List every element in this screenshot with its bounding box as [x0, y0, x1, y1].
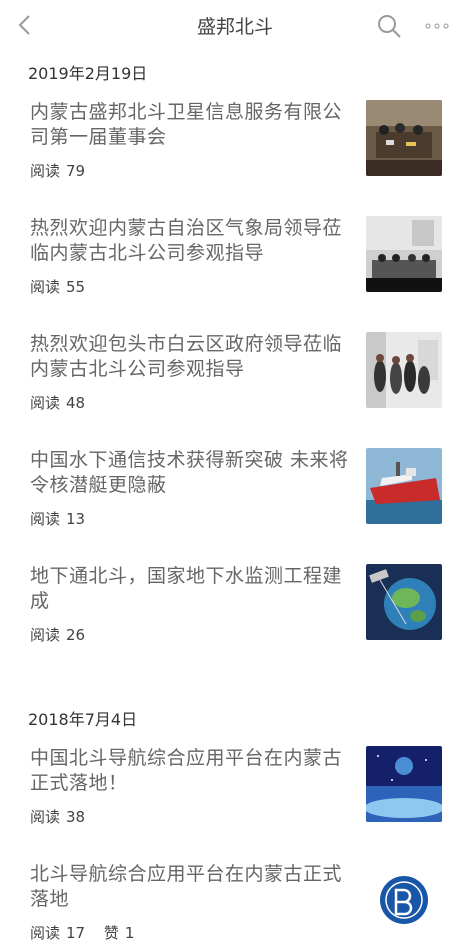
article-thumbnail [366, 100, 442, 176]
article-thumbnail [366, 862, 442, 938]
article-meta: 阅读 17 赞1 [30, 922, 140, 943]
read-label: 阅读 [30, 808, 61, 826]
read-label: 阅读 [30, 394, 61, 412]
date-header: 2019年2月19日 [28, 64, 148, 83]
search-button[interactable] [375, 12, 403, 40]
article-title: 北斗导航综合应用平台在内蒙古正式落地 [30, 863, 343, 910]
article-thumbnail [366, 448, 442, 524]
read-label: 阅读 [30, 924, 61, 942]
more-button[interactable] [420, 12, 454, 40]
read-label: 阅读 [30, 510, 61, 528]
list-item[interactable]: 地下通北斗，国家地下水监测工程建成 阅读 26 [0, 564, 470, 654]
search-icon [378, 15, 401, 38]
article-title: 地下通北斗，国家地下水监测工程建成 [30, 565, 343, 612]
read-count: 79 [66, 162, 86, 180]
article-meta: 阅读 55 [30, 276, 91, 297]
list-item[interactable]: 内蒙古盛邦北斗卫星信息服务有限公司第一届董事会 阅读 79 [0, 100, 470, 190]
read-count: 55 [66, 278, 86, 296]
company-logo-icon [366, 862, 442, 938]
article-thumbnail [366, 216, 442, 292]
date-header: 2018年7月4日 [28, 710, 138, 729]
top-bar: 盛邦北斗 [0, 0, 470, 50]
read-count: 38 [66, 808, 86, 826]
article-meta: 阅读 48 [30, 392, 91, 413]
read-count: 17 [66, 924, 86, 942]
read-count: 13 [66, 510, 86, 528]
article-thumbnail [366, 564, 442, 640]
article-meta: 阅读 26 [30, 624, 91, 645]
like-label: 赞 [103, 924, 119, 942]
read-label: 阅读 [30, 278, 61, 296]
list-item[interactable]: 中国水下通信技术获得新突破 未来将令核潜艇更隐蔽 阅读 13 [0, 448, 470, 538]
article-meta: 阅读 79 [30, 160, 91, 181]
article-title: 中国北斗导航综合应用平台在内蒙古正式落地！ [30, 747, 343, 794]
read-label: 阅读 [30, 626, 61, 644]
article-thumbnail [366, 746, 442, 822]
article-thumbnail [366, 332, 442, 408]
read-label: 阅读 [30, 162, 61, 180]
read-count: 48 [66, 394, 86, 412]
list-item[interactable]: 中国北斗导航综合应用平台在内蒙古正式落地！ 阅读 38 [0, 746, 470, 836]
read-count: 26 [66, 626, 86, 644]
article-title: 中国水下通信技术获得新突破 未来将令核潜艇更隐蔽 [30, 449, 349, 496]
list-item[interactable]: 北斗导航综合应用平台在内蒙古正式落地 阅读 17 赞1 [0, 862, 470, 952]
article-meta: 阅读 13 [30, 508, 91, 529]
article-title: 热烈欢迎包头市白云区政府领导莅临内蒙古北斗公司参观指导 [30, 333, 343, 380]
list-item[interactable]: 热烈欢迎内蒙古自治区气象局领导莅临内蒙古北斗公司参观指导 阅读 55 [0, 216, 470, 306]
article-title: 内蒙古盛邦北斗卫星信息服务有限公司第一届董事会 [30, 101, 343, 148]
like-count: 1 [124, 924, 135, 942]
article-title: 热烈欢迎内蒙古自治区气象局领导莅临内蒙古北斗公司参观指导 [30, 217, 343, 264]
list-item[interactable]: 热烈欢迎包头市白云区政府领导莅临内蒙古北斗公司参观指导 阅读 48 [0, 332, 470, 422]
more-dots-icon [425, 23, 449, 29]
article-meta: 阅读 38 [30, 806, 91, 827]
